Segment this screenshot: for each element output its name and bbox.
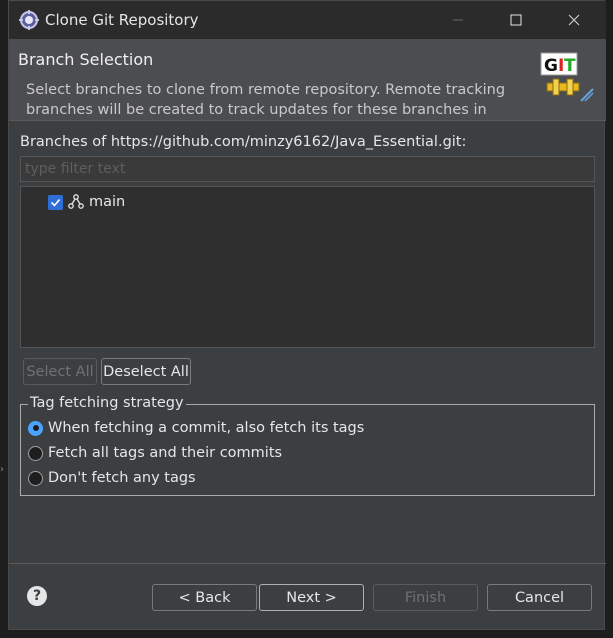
side-chevron-icon: › xyxy=(0,464,4,475)
radio-fetch-commit-tags[interactable]: When fetching a commit, also fetch its t… xyxy=(28,420,364,436)
page-description: Select branches to clone from remote rep… xyxy=(26,82,506,118)
page-title: Branch Selection xyxy=(18,50,154,69)
wizard-header: Branch Selection Select branches to clon… xyxy=(9,39,606,121)
radio-button-selected[interactable] xyxy=(28,420,43,436)
tag-fetching-title: Tag fetching strategy xyxy=(28,395,186,411)
minimize-button[interactable] xyxy=(435,1,481,39)
check-icon xyxy=(50,198,61,207)
filter-input[interactable] xyxy=(20,156,595,182)
minimize-icon xyxy=(453,19,463,21)
branch-tree: main xyxy=(20,186,595,348)
close-button[interactable] xyxy=(551,1,597,39)
eclipse-gear-icon xyxy=(19,10,39,30)
help-icon[interactable]: ? xyxy=(27,586,47,606)
deselect-all-button[interactable]: Deselect All xyxy=(101,358,191,385)
radio-fetch-all-tags[interactable]: Fetch all tags and their commits xyxy=(28,445,282,461)
svg-text:T: T xyxy=(564,56,576,76)
footer-divider xyxy=(9,563,606,564)
git-logo-icon: G I T xyxy=(540,52,594,102)
maximize-button[interactable] xyxy=(493,1,539,39)
close-icon xyxy=(568,14,580,26)
tag-fetching-group: Tag fetching strategy When fetching a co… xyxy=(20,395,595,496)
radio-label: Fetch all tags and their commits xyxy=(48,445,283,461)
branch-icon xyxy=(68,194,84,209)
clone-git-repository-dialog: Clone Git Repository Branch Selection Se… xyxy=(8,0,606,630)
radio-button[interactable] xyxy=(28,470,43,486)
branch-name: main xyxy=(89,194,126,210)
next-button[interactable]: Next > xyxy=(259,584,364,611)
list-item[interactable]: main xyxy=(48,192,125,212)
finish-button[interactable]: Finish xyxy=(373,584,478,611)
select-all-button[interactable]: Select All xyxy=(23,358,97,385)
radio-no-tags[interactable]: Don't fetch any tags xyxy=(28,470,196,486)
branches-label: Branches of https://github.com/minzy6162… xyxy=(20,134,467,150)
radio-label: When fetching a commit, also fetch its t… xyxy=(48,420,365,436)
radio-label: Don't fetch any tags xyxy=(48,470,196,486)
radio-button[interactable] xyxy=(28,445,43,461)
window-title: Clone Git Repository xyxy=(45,11,199,29)
back-button[interactable]: < Back xyxy=(152,584,257,611)
title-bar: Clone Git Repository xyxy=(9,1,606,39)
maximize-icon xyxy=(510,14,522,26)
svg-text:G: G xyxy=(544,56,558,76)
branch-checkbox[interactable] xyxy=(48,194,63,210)
cancel-button[interactable]: Cancel xyxy=(487,584,592,611)
